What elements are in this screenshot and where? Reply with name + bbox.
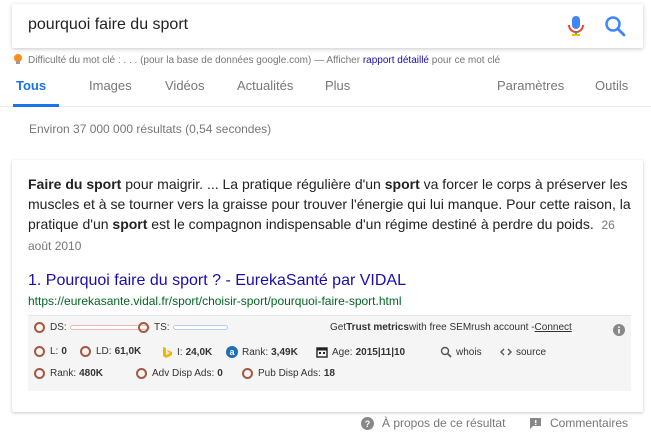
whois-link[interactable]: whois	[440, 346, 482, 358]
search-icon[interactable]	[604, 15, 626, 37]
source-link[interactable]: source	[500, 346, 546, 358]
result-title-link[interactable]: 1. Pourquoi faire du sport ? - EurekaSan…	[28, 272, 406, 290]
calendar-icon	[316, 347, 328, 358]
tab-tous[interactable]: Tous	[16, 78, 46, 93]
adv-label: Adv Disp Ads:	[152, 368, 215, 379]
l-label: L:	[50, 346, 59, 357]
bing-icon	[163, 347, 172, 358]
snippet-text: Faire du sport pour maigrir. ... La prat…	[28, 174, 632, 256]
tab-images[interactable]: Images	[89, 78, 132, 93]
ts-metric: TS:	[138, 322, 228, 333]
rank-metric: a Rank: 3,49K	[226, 346, 298, 358]
i-metric: I: 24,0K	[161, 346, 212, 358]
ts-label: TS:	[154, 322, 170, 333]
svg-text:?: ?	[365, 419, 371, 429]
tab-videos[interactable]: Vidéos	[165, 78, 205, 93]
l-value[interactable]: 0	[61, 346, 67, 357]
trust-metrics-promo: Get Trust metrics with free SEMrush acco…	[330, 322, 572, 333]
semrush-logo-icon	[14, 54, 22, 64]
feedback-link[interactable]: Commentaires	[529, 416, 628, 430]
feedback-label[interactable]: Commentaires	[550, 416, 628, 430]
code-icon	[500, 348, 512, 356]
result-stats: Environ 37 000 000 résultats (0,54 secon…	[29, 122, 272, 136]
whois-label[interactable]: whois	[456, 347, 482, 358]
age-label: Age:	[332, 346, 353, 358]
with-text: with free SEMrush account -	[408, 322, 535, 333]
featured-snippet-card: Faire du sport pour maigrir. ... La prat…	[12, 160, 643, 412]
ld-value[interactable]: 61,0K	[115, 346, 142, 357]
ds-label: DS:	[50, 322, 67, 333]
pub-value[interactable]: 18	[324, 368, 335, 379]
ds-metric: DS:	[34, 322, 150, 333]
keyword-difficulty-line: Difficulté du mot clé : . . . (pour la b…	[12, 53, 500, 66]
search-bar[interactable]: pourquoi faire du sport	[12, 4, 643, 48]
ld-ring-icon	[80, 346, 91, 357]
get-text: Get	[330, 322, 347, 333]
age-metric: Age: 2015|11|10	[316, 346, 405, 358]
snippet-text-3: est le compagnon indispensable d'un régi…	[147, 216, 594, 232]
ts-bar	[172, 325, 228, 330]
source-label[interactable]: source	[516, 347, 546, 358]
ld-metric: LD: 61,0K	[80, 346, 141, 357]
ld-label: LD:	[96, 346, 112, 357]
alexa-icon: a	[226, 346, 238, 358]
snippet-bold-3: sport	[112, 216, 148, 232]
search-tabs: Tous Images Vidéos Actualités Plus Param…	[0, 70, 651, 107]
snippet-bold-1: Faire du sport	[28, 176, 122, 192]
snippet-bold-2: sport	[384, 176, 420, 192]
rank2-metric: Rank: 480K	[34, 368, 103, 379]
l-ring-icon	[34, 346, 45, 357]
feedback-icon	[530, 417, 541, 429]
result-url[interactable]: https://eurekasante.vidal.fr/sport/chois…	[28, 294, 402, 308]
search-input[interactable]: pourquoi faire du sport	[28, 16, 188, 34]
search-small-icon	[440, 346, 452, 358]
age-value: 2015|11|10	[355, 346, 406, 358]
snippet-text-1: pour maigrir. ... La pratique régulière …	[121, 176, 385, 192]
keyword-suffix: pour ce mot clé	[429, 55, 501, 66]
about-result-link[interactable]: ? À propos de ce résultat	[361, 416, 505, 430]
microphone-icon[interactable]	[566, 15, 586, 37]
rank-value[interactable]: 3,49K	[271, 347, 298, 358]
tab-actualites[interactable]: Actualités	[237, 78, 293, 93]
keyword-dots: . . .	[123, 55, 138, 66]
adv-disp-metric: Adv Disp Ads: 0	[136, 368, 223, 379]
adv-ring-icon	[136, 368, 147, 379]
pub-disp-metric: Pub Disp Ads: 18	[242, 368, 335, 379]
ts-ring-icon	[138, 322, 149, 333]
rank2-label: Rank:	[50, 368, 77, 379]
connect-link[interactable]: Connect	[535, 322, 572, 333]
active-tab-indicator	[13, 104, 59, 107]
semrush-metrics-bar: DS: TS: Get Trust metrics with free SEMr…	[28, 315, 631, 391]
i-value[interactable]: 24,0K	[186, 347, 213, 358]
pub-ring-icon	[242, 368, 253, 379]
tab-outils[interactable]: Outils	[595, 78, 628, 93]
help-icon: ?	[361, 416, 374, 430]
about-result-label[interactable]: À propos de ce résultat	[382, 416, 505, 430]
rank2-ring-icon	[34, 368, 45, 379]
rank-label: Rank:	[242, 346, 269, 358]
trust-metrics-text: Trust metrics	[346, 322, 409, 333]
tab-plus[interactable]: Plus	[325, 78, 350, 93]
l-metric: L: 0	[34, 346, 67, 357]
pub-label: Pub Disp Ads:	[258, 368, 321, 379]
i-label: I:	[177, 346, 183, 358]
tab-parametres[interactable]: Paramètres	[497, 78, 564, 93]
keyword-middle: (pour la base de données google.com) — A…	[137, 55, 363, 66]
detailed-report-link[interactable]: rapport détaillé	[363, 55, 429, 66]
info-icon[interactable]	[613, 324, 625, 336]
keyword-prefix: Difficulté du mot clé :	[28, 55, 124, 66]
rank2-value[interactable]: 480K	[79, 368, 103, 379]
ds-ring-icon	[34, 322, 45, 333]
adv-value[interactable]: 0	[217, 368, 223, 379]
